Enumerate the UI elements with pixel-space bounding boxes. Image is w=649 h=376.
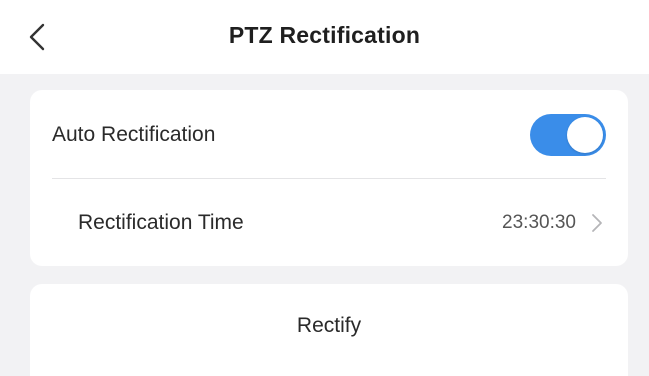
rectification-time-row[interactable]: Rectification Time 23:30:30 bbox=[30, 179, 628, 266]
settings-card: Auto Rectification Rectification Time 23… bbox=[30, 90, 628, 266]
navigation-bar: PTZ Rectification bbox=[0, 0, 649, 74]
toggle-knob bbox=[567, 117, 603, 153]
auto-rectification-toggle[interactable] bbox=[530, 114, 606, 156]
rectify-button[interactable]: Rectify bbox=[30, 284, 628, 376]
rectify-label: Rectify bbox=[296, 314, 362, 337]
auto-rectification-label: Auto Rectification bbox=[52, 122, 216, 146]
rectification-time-value: 23:30:30 bbox=[502, 211, 576, 233]
rectification-time-label: Rectification Time bbox=[78, 210, 244, 234]
page-title: PTZ Rectification bbox=[228, 22, 421, 48]
auto-rectification-row: Auto Rectification bbox=[30, 90, 628, 179]
chevron-right-icon bbox=[592, 214, 602, 232]
